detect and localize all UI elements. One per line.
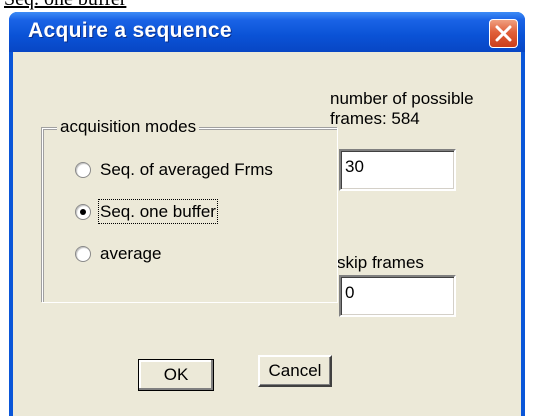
cancel-button[interactable]: Cancel: [258, 355, 332, 387]
radio-label: average: [100, 244, 162, 263]
dialog-window: Acquire a sequence number of possible fr…: [9, 12, 525, 416]
dialog-title: Acquire a sequence: [28, 19, 232, 42]
acquisition-modes-legend: acquisition modes: [57, 117, 200, 137]
radio-label: Seq. one buffer: [98, 199, 218, 224]
acquisition-modes-group: acquisition modes Seq. of averaged Frms …: [42, 117, 338, 303]
background-window-text: Seq. one buffer: [4, 0, 126, 11]
radio-average[interactable]: average: [75, 243, 215, 269]
skip-frames-input[interactable]: 0: [339, 275, 456, 317]
radio-seq-averaged-frms[interactable]: Seq. of averaged Frms: [75, 159, 335, 185]
possible-frames-label-line1: number of possible: [330, 89, 474, 108]
radio-button-circle-selected[interactable]: [75, 204, 91, 220]
dialog-client-area: number of possible frames: 584 30 skip f…: [13, 52, 521, 416]
skip-frames-label: skip frames: [337, 253, 424, 272]
close-icon: [495, 25, 512, 42]
ok-button[interactable]: OK: [138, 359, 214, 391]
close-button[interactable]: [489, 19, 518, 48]
skip-frames-value: 0: [345, 283, 355, 302]
title-bar[interactable]: Acquire a sequence: [9, 12, 525, 52]
frames-count-value: 30: [345, 157, 364, 176]
radio-seq-one-buffer[interactable]: Seq. one buffer: [75, 199, 275, 227]
radio-button-circle[interactable]: [75, 162, 91, 178]
possible-frames-label-line2: frames: 584: [330, 109, 420, 128]
frames-count-input[interactable]: 30: [339, 149, 456, 191]
radio-button-circle[interactable]: [75, 246, 91, 262]
radio-label: Seq. of averaged Frms: [100, 160, 273, 179]
